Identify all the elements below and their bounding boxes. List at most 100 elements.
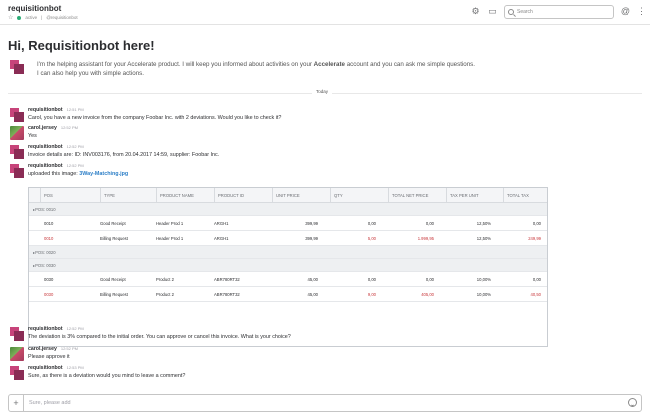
message-text: The deviation is 3% compared to the init… xyxy=(28,334,291,340)
separator: | xyxy=(41,15,43,20)
upload-prefix: uploaded this image: xyxy=(28,171,80,177)
channel-name[interactable]: requisitionbot xyxy=(8,4,61,13)
message-time[interactable]: 12:52 PM xyxy=(67,163,84,168)
table-cell-type: Good Receipt xyxy=(100,276,126,282)
message-author[interactable]: requisitionbot xyxy=(28,107,63,113)
message-author[interactable]: requisitionbot xyxy=(28,365,63,371)
table-cell-name: Header Prod 1 xyxy=(156,220,184,226)
search-placeholder: Search xyxy=(517,9,533,15)
column-header: TOTAL NET PRICE xyxy=(388,188,446,202)
group-label: ▸ POS: 0020 xyxy=(33,246,56,258)
message-time[interactable]: 12:53 PM xyxy=(67,365,84,370)
sidebar-icon[interactable]: ▭ xyxy=(487,6,498,17)
table-row: 0010 Billing Request Header Prod 1 ARGH1 399… xyxy=(29,231,547,246)
bot-avatar[interactable] xyxy=(10,108,24,122)
message-text: Sure, as there is a deviation would you … xyxy=(28,373,186,379)
bot-avatar[interactable] xyxy=(10,164,24,178)
message-pane[interactable]: Hi, Requisitionbot here! I'm the helping… xyxy=(0,26,650,392)
table-cell-qty: 0,00 xyxy=(367,276,376,282)
message-text: Invoice details are: ID: INV003176, from… xyxy=(28,152,220,158)
intro-text: I'm the helping assistant for your Accel… xyxy=(37,60,557,78)
channel-meta: ☆ active | @requisitionbot xyxy=(8,14,78,21)
table-cell-unit: 45,00 xyxy=(307,291,318,297)
table-cell-net: 405,00 xyxy=(421,291,434,297)
table-cell-net: 0,00 xyxy=(425,220,434,226)
column-header: TYPE xyxy=(100,188,156,202)
column-header: QTY xyxy=(330,188,388,202)
message-author[interactable]: requisitionbot xyxy=(28,163,63,169)
mention-icon[interactable]: @ xyxy=(620,6,631,17)
more-icon[interactable]: ⋮ xyxy=(636,6,647,17)
image-link[interactable]: 3Way-Matching.jpg xyxy=(79,171,128,177)
emoji-icon[interactable] xyxy=(628,398,637,407)
header-icons: ⚙ ▭ xyxy=(470,6,498,17)
day-divider-label: Today xyxy=(312,89,333,94)
column-header: POS xyxy=(40,188,100,202)
message-time[interactable]: 12:51 PM xyxy=(67,107,84,112)
intro-title: Hi, Requisitionbot here! xyxy=(8,38,155,53)
message-author[interactable]: carol.jersey xyxy=(28,346,57,352)
bot-avatar[interactable] xyxy=(10,366,24,380)
table-header-row: POS TYPE PRODUCT NAME PRODUCT ID UNIT PRICE Q… xyxy=(29,188,547,203)
table-group-row[interactable]: ▸ POS: 0010 xyxy=(29,203,547,216)
message-composer[interactable]: + Sure, please add xyxy=(8,394,642,412)
message-author[interactable]: carol.jersey xyxy=(28,125,57,131)
message-text: Yes xyxy=(28,133,37,139)
table-cell-type: Billing Request xyxy=(100,235,128,241)
message-time[interactable]: 12:52 PM xyxy=(67,326,84,331)
column-header: TAX PER UNIT xyxy=(446,188,503,202)
table-group-row[interactable]: ▸ POS: 0030 xyxy=(29,259,547,272)
message-text: Please approve it xyxy=(28,354,70,360)
user-avatar[interactable] xyxy=(10,347,24,361)
intro-line1-pre: I'm the helping assistant for your Accel… xyxy=(37,61,314,68)
user-avatar[interactable] xyxy=(10,126,24,140)
table-cell-name: Product 2 xyxy=(156,276,174,282)
column-header: TOTAL TAX xyxy=(503,188,553,202)
invoice-table: POS TYPE PRODUCT NAME PRODUCT ID UNIT PRICE Q… xyxy=(29,188,547,302)
gear-icon[interactable]: ⚙ xyxy=(470,6,481,17)
table-cell-unit: 399,99 xyxy=(305,235,318,241)
bot-avatar[interactable] xyxy=(10,60,24,74)
bot-avatar[interactable] xyxy=(10,145,24,159)
message-author[interactable]: requisitionbot xyxy=(28,326,63,332)
message-time[interactable]: 12:52 PM xyxy=(61,346,78,351)
group-label-text: POS: 0020 xyxy=(35,249,56,255)
table-cell-type: Billing Request xyxy=(100,291,128,297)
right-icons: @ ⋮ xyxy=(620,6,647,17)
table-cell-pos: 0010 xyxy=(44,220,54,226)
table-row: 0030 Good Receipt Product 2 ABR780RT32 45,00… xyxy=(29,272,547,287)
table-cell-taxu: 12,50% xyxy=(476,235,491,241)
bot-avatar[interactable] xyxy=(10,327,24,341)
message-author[interactable]: requisitionbot xyxy=(28,144,63,150)
message-time[interactable]: 12:52 PM xyxy=(67,144,84,149)
star-icon[interactable]: ☆ xyxy=(8,14,13,21)
column-header: PRODUCT ID xyxy=(214,188,272,202)
intro-line1-bold: Accelerate xyxy=(313,61,345,68)
search-icon xyxy=(508,9,514,15)
table-cell-tax: 0,00 xyxy=(532,276,541,282)
table-cell-net: 0,00 xyxy=(425,276,434,282)
group-label-text: POS: 0030 xyxy=(35,262,56,268)
table-cell-qty: 0,00 xyxy=(367,220,376,226)
group-label-text: POS: 0010 xyxy=(35,206,56,212)
table-cell-taxu: 12,50% xyxy=(476,220,491,226)
search-input[interactable]: Search xyxy=(504,5,614,19)
group-label: ▸ POS: 0030 xyxy=(33,259,56,271)
message-text: uploaded this image: 3Way-Matching.jpg xyxy=(28,171,128,177)
intro-line2: I can also help you with simple actions. xyxy=(37,70,144,77)
table-cell-qty: 5,00 xyxy=(367,235,376,241)
table-group-row[interactable]: ▸ POS: 0020 xyxy=(29,246,547,259)
table-cell-pos: 0010 xyxy=(44,235,54,241)
group-label: ▸ POS: 0010 xyxy=(33,203,56,215)
status-text: active xyxy=(25,15,38,20)
table-cell-taxu: 10,00% xyxy=(476,276,491,282)
uploaded-image[interactable]: POS TYPE PRODUCT NAME PRODUCT ID UNIT PRICE Q… xyxy=(28,187,548,347)
channel-header: requisitionbot ☆ active | @requisitionbo… xyxy=(0,0,650,25)
table-row: 0010 Good Receipt Header Prod 1 ARGH1 399,99… xyxy=(29,216,547,231)
table-cell-net: 1.999,95 xyxy=(417,235,434,241)
message-input[interactable]: Sure, please add xyxy=(29,395,71,411)
attach-plus-icon[interactable]: + xyxy=(9,395,24,411)
intro-line1-post: account and you can ask me simple questi… xyxy=(344,61,475,68)
message-time[interactable]: 12:52 PM xyxy=(61,125,78,130)
table-cell-unit: 399,99 xyxy=(305,220,318,226)
